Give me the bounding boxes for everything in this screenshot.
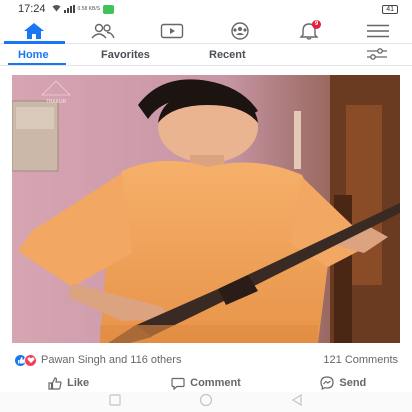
comment-icon xyxy=(171,377,185,390)
nav-tab-menu[interactable] xyxy=(343,18,412,43)
menu-icon xyxy=(366,24,389,37)
post-photo[interactable]: THAKUR xyxy=(12,75,400,343)
active-tab-indicator xyxy=(8,63,66,65)
reactions-text[interactable]: Pawan Singh and 116 others xyxy=(41,354,181,366)
notification-badge: 9 xyxy=(312,20,322,29)
send-button[interactable]: Send xyxy=(275,376,412,390)
system-back-button[interactable] xyxy=(290,393,304,412)
comments-count[interactable]: 121 Comments xyxy=(323,354,398,366)
nav-tab-home[interactable] xyxy=(0,18,69,44)
tab-favorites[interactable]: Favorites xyxy=(101,49,150,61)
reactions-summary[interactable]: Pawan Singh and 116 others 121 Comments xyxy=(0,351,412,369)
status-time: 17:24 xyxy=(18,3,46,15)
top-navigation: 9 xyxy=(0,18,412,44)
back-triangle-icon xyxy=(291,393,302,406)
reaction-icons xyxy=(14,353,37,367)
system-home-button[interactable] xyxy=(199,393,213,412)
wifi-icon xyxy=(52,4,61,14)
feed-tabs: Home Favorites Recent xyxy=(0,44,412,66)
comment-label: Comment xyxy=(190,377,241,389)
whatsapp-notification-icon xyxy=(103,4,115,14)
photo-watermark: THAKUR xyxy=(46,99,67,105)
circle-icon xyxy=(199,393,213,406)
friends-icon xyxy=(91,23,115,38)
status-icons: 0.58 KB/S xyxy=(52,4,115,14)
watch-icon xyxy=(160,23,183,38)
network-speed: 0.58 KB/S xyxy=(77,5,101,12)
recent-apps-button[interactable] xyxy=(108,393,122,411)
tab-home[interactable]: Home xyxy=(18,49,49,61)
portrait-with-rifle-illustration: THAKUR xyxy=(12,75,400,343)
thumbs-up-icon xyxy=(48,376,62,390)
status-bar: 17:24 0.58 KB/S 41 xyxy=(0,0,412,18)
nav-tab-groups[interactable] xyxy=(206,18,275,43)
tab-recent[interactable]: Recent xyxy=(209,49,246,61)
comment-button[interactable]: Comment xyxy=(137,377,274,390)
battery-indicator: 41 xyxy=(382,4,398,14)
home-icon xyxy=(24,22,45,39)
feed-filter-button[interactable] xyxy=(364,47,390,63)
like-button[interactable]: Like xyxy=(0,376,137,390)
love-icon xyxy=(24,353,37,367)
messenger-icon xyxy=(320,376,334,390)
nav-tab-watch[interactable] xyxy=(137,18,206,43)
facebook-feed-screen: 17:24 0.58 KB/S 41 9 Home Favorites Rece… xyxy=(0,0,412,412)
system-navigation-bar xyxy=(0,392,412,412)
square-icon xyxy=(109,394,121,406)
nav-tab-notifications[interactable]: 9 xyxy=(275,18,344,43)
filter-sliders-icon xyxy=(367,48,387,60)
groups-icon xyxy=(231,21,250,40)
send-label: Send xyxy=(339,377,367,389)
like-label: Like xyxy=(67,377,90,389)
signal-icon xyxy=(63,5,75,13)
nav-tab-friends[interactable] xyxy=(69,18,138,43)
post-action-bar: Like Comment Send xyxy=(0,374,412,392)
